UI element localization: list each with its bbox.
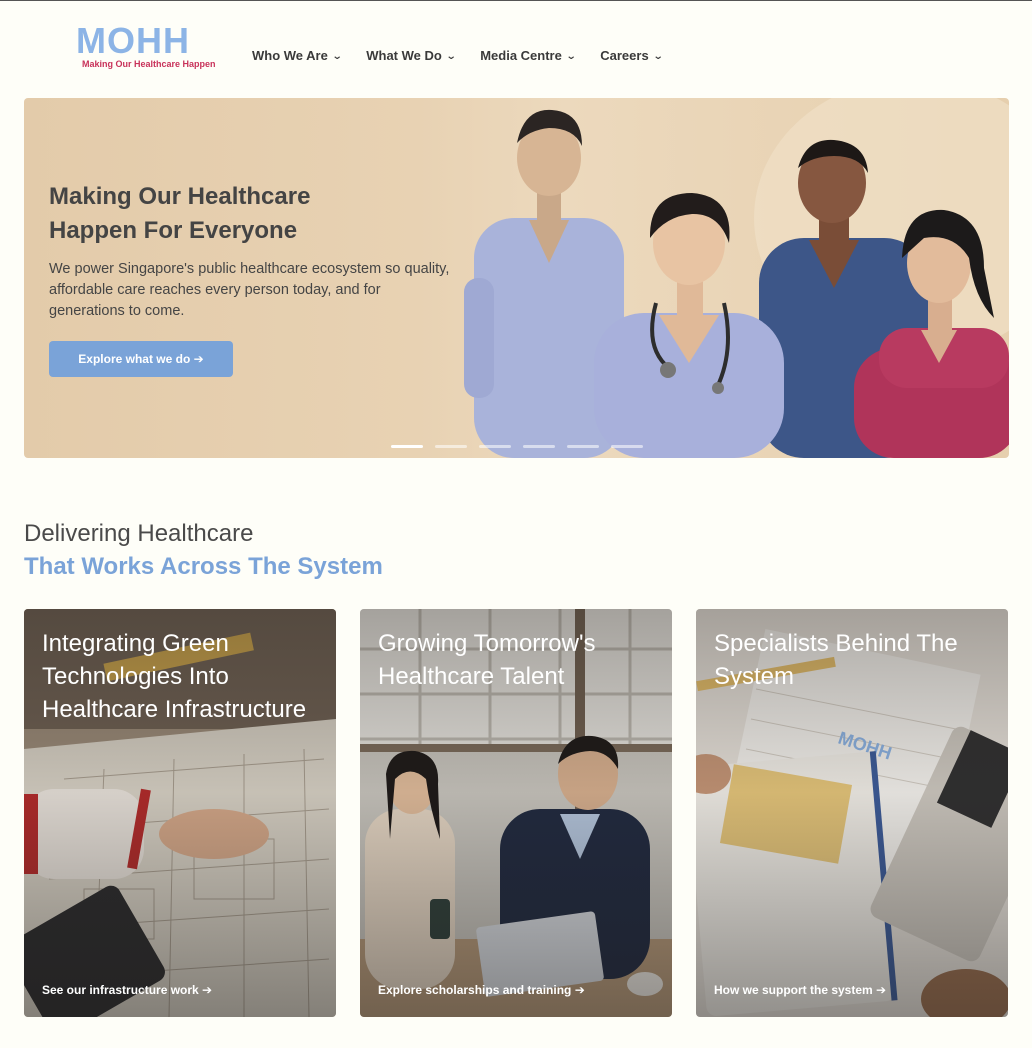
card-link[interactable]: Explore scholarships and training ➔ [378,983,585,997]
card-green-technologies[interactable]: Integrating Green Technologies Into Heal… [24,609,336,1017]
carousel-indicators [391,445,643,448]
card-title: Growing Tomorrow's Healthcare Talent [378,630,596,690]
chevron-down-icon: ⌄ [331,51,343,62]
nav-label: Who We Are [252,48,328,63]
site-header: MOHH Making Our Healthcare Happen Who We… [0,0,1032,98]
nav-media-centre[interactable]: Media Centre ⌄ [480,48,577,63]
explore-what-we-do-button[interactable]: Explore what we do ➔ [49,341,233,377]
card-specialists[interactable]: MOHH Specialists Behind The System How w… [696,609,1008,1017]
hero-title: Making Our Healthcare Happen For Everyon… [49,183,311,244]
card-title: Specialists Behind The System [714,630,958,690]
carousel-dot-1[interactable] [391,445,423,448]
card-link[interactable]: See our infrastructure work ➔ [42,983,212,997]
section-heading-line1: Delivering Healthcare [24,520,254,547]
card-title: Integrating Green Technologies Into Heal… [42,630,307,723]
card-healthcare-talent[interactable]: Growing Tomorrow's Healthcare Talent Exp… [360,609,672,1017]
carousel-dot-4[interactable] [523,445,555,448]
carousel-dot-6[interactable] [611,445,643,448]
nav-careers[interactable]: Careers ⌄ [600,48,664,63]
chevron-down-icon: ⌄ [445,51,457,62]
nav-label: What We Do [366,48,442,63]
logo-wordmark: MOHH [76,20,190,61]
nav-who-we-are[interactable]: Who We Are ⌄ [252,48,343,63]
chevron-down-icon: ⌄ [565,51,577,62]
logo-tagline: Making Our Healthcare Happen [82,59,216,69]
section-heading-line2: That Works Across The System [24,553,383,580]
nav-what-we-do[interactable]: What We Do ⌄ [366,48,457,63]
carousel-dot-5[interactable] [567,445,599,448]
nav-label: Media Centre [480,48,562,63]
chevron-down-icon: ⌄ [652,51,664,62]
mohh-logo[interactable]: MOHH Making Our Healthcare Happen [76,20,226,72]
card-link[interactable]: How we support the system ➔ [714,983,886,997]
carousel-dot-3[interactable] [479,445,511,448]
hero-subtitle: We power Singapore's public healthcare e… [49,261,450,319]
main-nav: Who We Are ⌄ What We Do ⌄ Media Centre ⌄… [252,48,687,63]
carousel-dot-2[interactable] [435,445,467,448]
nav-label: Careers [600,48,649,63]
hero-banner: Making Our Healthcare Happen For Everyon… [24,98,1009,458]
hero-healthcare-workers-image [464,98,1009,458]
